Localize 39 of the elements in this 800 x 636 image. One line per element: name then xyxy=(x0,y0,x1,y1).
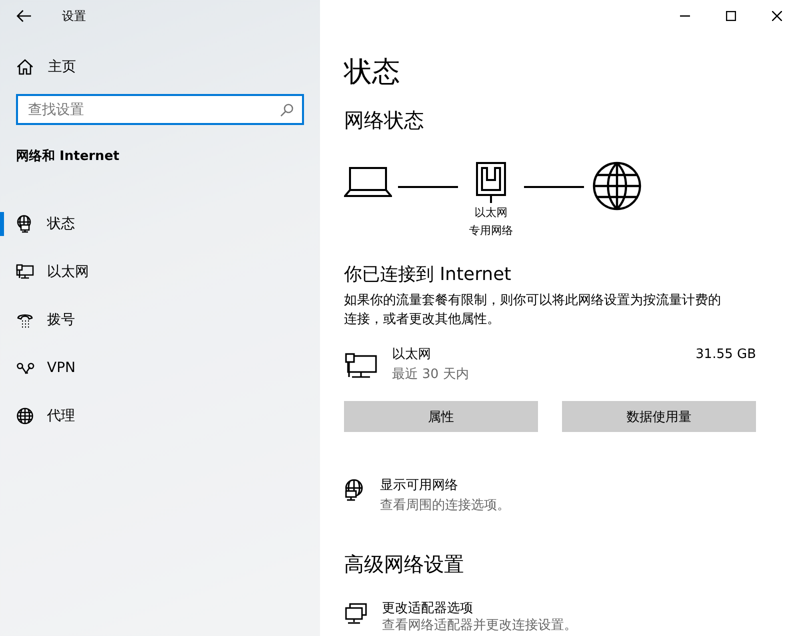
window-title: 设置 xyxy=(62,8,86,24)
nav-item[interactable]: 状态 xyxy=(0,200,320,248)
link-description: 查看周围的连接选项。 xyxy=(380,497,510,515)
connection-status: 你已连接到 Internet xyxy=(344,263,512,287)
data-usage-button[interactable]: 数据使用量 xyxy=(562,401,756,432)
home-link[interactable]: 主页 xyxy=(16,58,76,76)
monitor-icon xyxy=(16,264,34,280)
globe-icon xyxy=(592,161,642,211)
ethernet-port-icon xyxy=(476,162,506,204)
nav-item[interactable]: 以太网 xyxy=(0,248,320,296)
settings-link[interactable]: 显示可用网络 xyxy=(380,476,510,496)
adapter-name: 以太网 xyxy=(392,346,432,364)
phone-icon xyxy=(16,312,34,328)
vpn-icon xyxy=(16,361,36,375)
nav-item[interactable]: 代理 xyxy=(0,392,320,440)
back-arrow-icon xyxy=(16,9,32,23)
nav-item[interactable]: VPN xyxy=(0,344,320,392)
network-name: 以太网 xyxy=(474,205,508,221)
properties-button[interactable]: 属性 xyxy=(344,401,538,432)
monitors-icon xyxy=(344,603,368,625)
data-usage-amount: 31.55 GB xyxy=(696,346,756,364)
page-title: 状态 xyxy=(344,54,401,90)
usage-period: 最近 30 天内 xyxy=(392,366,470,384)
nav-item[interactable]: 拨号 xyxy=(0,296,320,344)
section-heading: 高级网络设置 xyxy=(344,551,465,578)
network-type: 专用网络 xyxy=(469,223,513,239)
home-icon xyxy=(16,58,34,76)
settings-link[interactable]: 更改适配器选项 xyxy=(382,600,577,617)
search-field[interactable]: 查找设置 xyxy=(16,94,304,125)
section-heading: 网络状态 xyxy=(344,107,425,134)
section-heading: 网络和 Internet xyxy=(16,148,120,165)
monitor-icon xyxy=(344,351,378,379)
close-icon xyxy=(772,11,782,21)
globe-icon xyxy=(16,407,34,425)
globe-monitor-icon xyxy=(16,215,34,233)
maximize-icon xyxy=(726,11,736,21)
description-text: 如果你的流量套餐有限制，则你可以将此网络设置为按流量计费的连接，或者更改其他属性。 xyxy=(344,292,722,329)
search-icon xyxy=(280,103,294,117)
link-description: 查看网络适配器并更改连接设置。 xyxy=(382,617,577,634)
